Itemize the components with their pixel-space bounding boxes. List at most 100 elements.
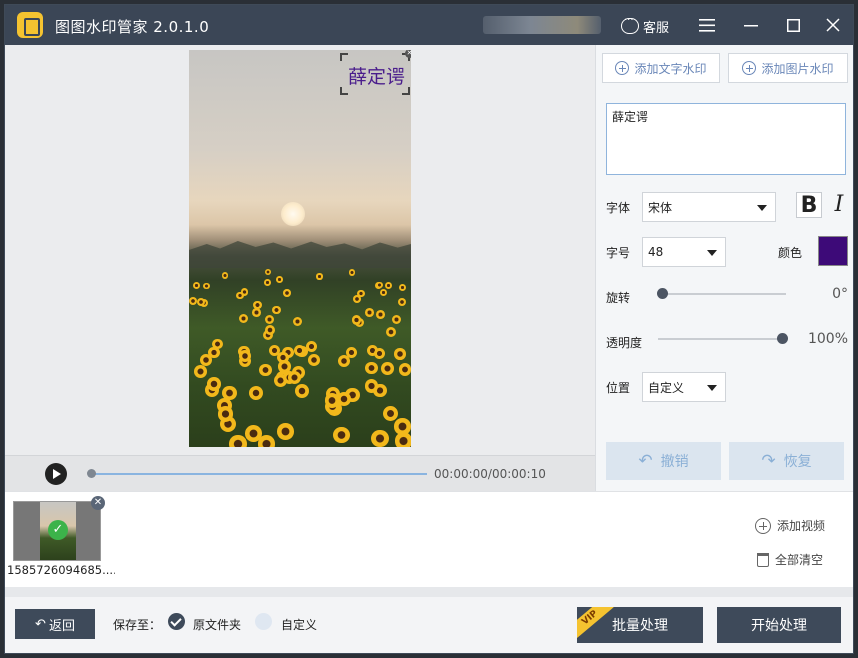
vip-badge: VIP bbox=[577, 607, 614, 640]
sun-image bbox=[281, 202, 305, 226]
radio-original-folder[interactable] bbox=[168, 613, 185, 630]
play-icon[interactable] bbox=[45, 463, 67, 485]
redo-arrow-icon: ↷ bbox=[761, 451, 776, 471]
file-list: ✓ ✕ 1585726094685.... 添加视频 全部清空 bbox=[5, 491, 853, 587]
plus-circle-icon bbox=[755, 517, 771, 534]
bold-icon[interactable]: B bbox=[796, 192, 822, 218]
sunflower bbox=[194, 365, 207, 378]
watermark-close-icon[interactable]: ✕ bbox=[405, 50, 411, 58]
sunflower bbox=[365, 361, 378, 375]
sunflower bbox=[189, 296, 198, 305]
watermark-text[interactable]: 薛定谔 bbox=[348, 62, 405, 89]
minimize-icon[interactable] bbox=[739, 13, 763, 37]
sunflower bbox=[394, 432, 411, 447]
sunflower bbox=[332, 426, 350, 444]
position-value: 自定义 bbox=[648, 380, 685, 395]
sunflower bbox=[391, 314, 401, 324]
playback-bar: 00:00:00/00:00:10 bbox=[5, 455, 595, 491]
sunflower bbox=[398, 283, 407, 291]
progress-knob[interactable] bbox=[87, 469, 96, 478]
sunflower bbox=[292, 316, 302, 327]
check-icon: ✓ bbox=[48, 520, 68, 540]
menu-icon[interactable] bbox=[695, 13, 719, 37]
resize-handle[interactable] bbox=[340, 53, 348, 61]
chat-icon bbox=[621, 15, 639, 34]
sunflower bbox=[193, 282, 201, 290]
sunflower bbox=[239, 314, 249, 324]
sunflower bbox=[398, 363, 411, 376]
sunflower bbox=[381, 362, 394, 375]
italic-icon[interactable]: I bbox=[830, 192, 848, 218]
add-image-watermark-label: 添加图片水印 bbox=[761, 61, 834, 76]
watermark-box[interactable]: 薛定谔 ✕ bbox=[339, 50, 411, 96]
add-image-watermark-button[interactable]: 添加图片水印 bbox=[728, 53, 848, 83]
radio-custom-folder[interactable] bbox=[255, 613, 272, 630]
sunflower bbox=[253, 300, 262, 309]
start-process-button[interactable]: 开始处理 bbox=[717, 607, 841, 643]
batch-process-button[interactable]: VIP 批量处理 bbox=[577, 607, 703, 643]
sunflower bbox=[394, 348, 406, 360]
font-select[interactable]: 宋体 bbox=[642, 192, 776, 222]
title-bar: 图图水印管家 2.0.1.0 客服 bbox=[5, 5, 853, 45]
undo-label: 撤销 bbox=[660, 454, 689, 470]
opacity-slider-knob[interactable] bbox=[777, 333, 788, 344]
add-video-button[interactable]: 添加视频 bbox=[755, 517, 825, 534]
font-value: 宋体 bbox=[648, 200, 673, 215]
clear-all-button[interactable]: 全部清空 bbox=[757, 551, 823, 568]
sunflower bbox=[357, 289, 365, 298]
sunflower bbox=[203, 282, 211, 290]
app-title: 图图水印管家 2.0.1.0 bbox=[55, 18, 210, 36]
time-display: 00:00:00/00:00:10 bbox=[434, 467, 546, 481]
close-icon[interactable] bbox=[821, 13, 845, 37]
batch-label: 批量处理 bbox=[612, 618, 668, 634]
size-select[interactable]: 48 bbox=[642, 237, 726, 267]
sunflower bbox=[239, 350, 251, 362]
watermark-text-input[interactable]: 薛定谔 bbox=[606, 103, 846, 175]
add-text-watermark-button[interactable]: 添加文字水印 bbox=[602, 53, 720, 83]
sunflower bbox=[264, 279, 272, 286]
rotate-slider-track[interactable] bbox=[662, 293, 786, 295]
undo-arrow-icon: ↶ bbox=[638, 451, 653, 471]
video-preview[interactable]: 薛定谔 ✕ bbox=[189, 50, 411, 447]
trash-icon bbox=[757, 552, 769, 567]
resize-handle[interactable] bbox=[340, 87, 348, 95]
remove-file-icon[interactable]: ✕ bbox=[91, 496, 105, 510]
color-picker[interactable] bbox=[818, 236, 848, 266]
sunflower bbox=[196, 297, 205, 306]
sunflower bbox=[307, 353, 320, 366]
sunflower bbox=[397, 297, 406, 306]
plus-circle-icon bbox=[615, 61, 630, 75]
service-button[interactable]: 客服 bbox=[621, 15, 669, 36]
sunflower bbox=[229, 435, 247, 447]
option-original-folder-label[interactable]: 原文件夹 bbox=[193, 616, 241, 633]
opacity-label: 透明度 bbox=[606, 336, 643, 350]
sunflower bbox=[221, 272, 229, 279]
progress-track[interactable] bbox=[91, 473, 427, 475]
file-thumbnail[interactable]: ✓ bbox=[13, 501, 101, 561]
sunflower bbox=[349, 269, 356, 276]
back-button[interactable]: ↶ 返回 bbox=[15, 609, 95, 639]
position-label: 位置 bbox=[606, 381, 631, 395]
sunflower bbox=[371, 430, 389, 447]
rotate-slider-knob[interactable] bbox=[657, 288, 668, 299]
opacity-slider-track[interactable] bbox=[658, 338, 782, 340]
bottom-bar: ↶ 返回 保存至： 原文件夹 自定义 VIP 批量处理 开始处理 bbox=[5, 597, 853, 653]
redo-button[interactable]: ↷ 恢复 bbox=[729, 442, 844, 480]
tree-line-image bbox=[189, 241, 411, 268]
size-value: 48 bbox=[648, 245, 664, 259]
sunflower bbox=[265, 314, 275, 325]
sunflower bbox=[294, 383, 309, 398]
sunflower bbox=[276, 276, 283, 283]
sunflower bbox=[336, 391, 352, 407]
maximize-icon[interactable] bbox=[781, 13, 805, 37]
redo-label: 恢复 bbox=[783, 454, 812, 470]
back-arrow-icon: ↶ bbox=[35, 616, 46, 632]
color-label: 颜色 bbox=[778, 246, 803, 260]
sunflower bbox=[364, 379, 379, 393]
option-custom-label[interactable]: 自定义 bbox=[281, 616, 317, 633]
position-select[interactable]: 自定义 bbox=[642, 372, 726, 402]
undo-button[interactable]: ↶ 撤销 bbox=[606, 442, 721, 480]
user-info-blurred bbox=[483, 16, 601, 34]
sunflower bbox=[283, 289, 291, 297]
sunflower bbox=[324, 393, 340, 409]
